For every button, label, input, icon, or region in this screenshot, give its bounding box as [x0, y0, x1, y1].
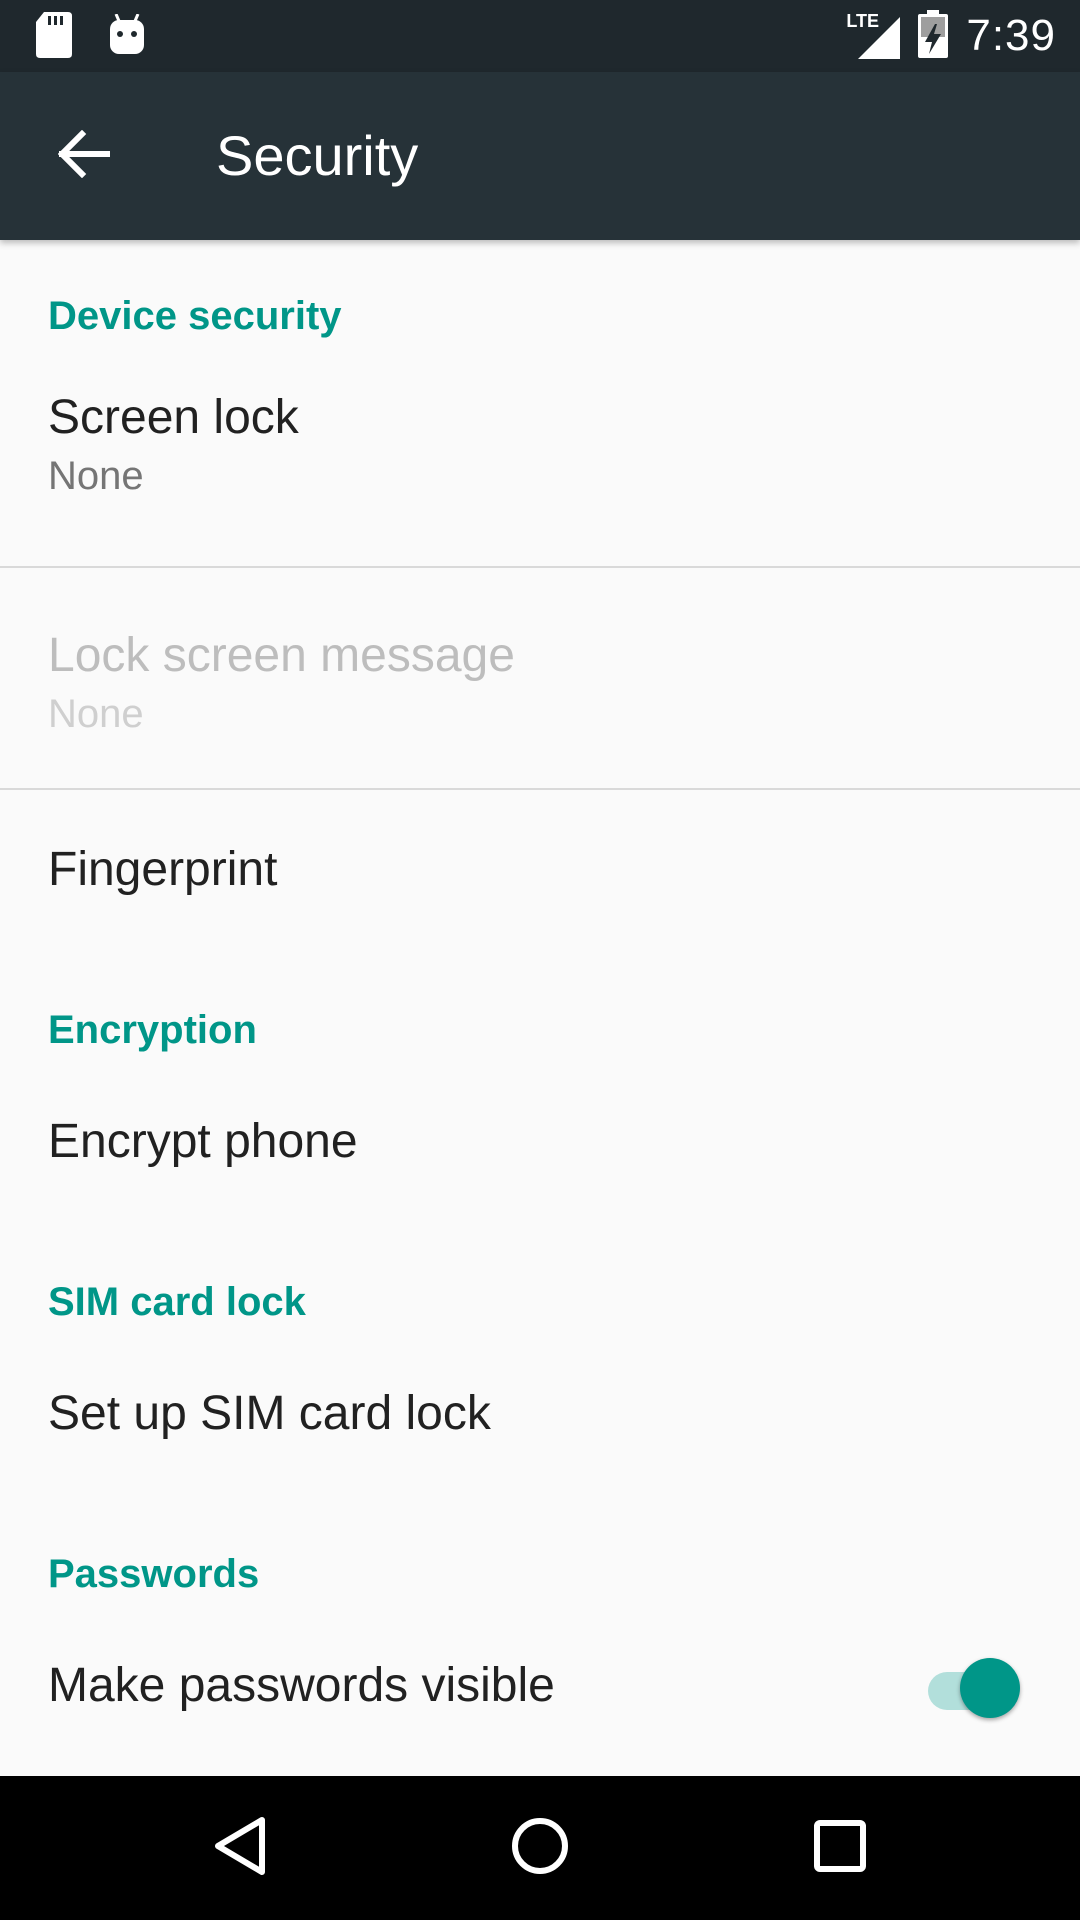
arrow-back-icon [57, 129, 111, 183]
status-time: 7:39 [966, 11, 1056, 60]
section-header-sim-card-lock: SIM card lock [48, 1280, 306, 1324]
sim-card-lock-title: Set up SIM card lock [48, 1387, 491, 1440]
back-button[interactable] [44, 116, 124, 196]
fingerprint-item[interactable]: Fingerprint [0, 842, 1080, 942]
nav-recents-button[interactable] [800, 1808, 880, 1888]
battery-charging-icon [918, 9, 949, 63]
lock-screen-message-title: Lock screen message [48, 629, 515, 682]
status-bar-notifications [36, 12, 146, 63]
page-title: Security [216, 124, 419, 187]
section-header-device-security: Device security [48, 294, 342, 338]
lock-screen-message-summary: None [48, 692, 144, 736]
signal-icon: LTE [846, 11, 901, 59]
android-icon [108, 13, 146, 61]
section-header-passwords: Passwords [48, 1552, 260, 1596]
lock-screen-message-item[interactable]: Lock screen message None [0, 628, 1080, 788]
sd-card-icon [36, 12, 72, 63]
screen-lock-summary: None [48, 454, 144, 498]
home-circle-icon [510, 1816, 570, 1881]
fingerprint-title: Fingerprint [48, 843, 278, 896]
nav-home-button[interactable] [500, 1808, 580, 1888]
back-triangle-icon [212, 1816, 268, 1881]
sim-card-lock-item[interactable]: Set up SIM card lock [0, 1386, 1080, 1486]
nav-back-button[interactable] [200, 1808, 280, 1888]
toggle-thumb [960, 1658, 1020, 1718]
screen-lock-item[interactable]: Screen lock None [0, 390, 1080, 606]
make-passwords-visible-item[interactable]: Make passwords visible [0, 1640, 1080, 1750]
divider [0, 566, 1080, 568]
encrypt-phone-item[interactable]: Encrypt phone [0, 1114, 1080, 1214]
encrypt-phone-title: Encrypt phone [48, 1115, 358, 1168]
app-bar: Security [0, 72, 1080, 240]
passwords-visible-toggle[interactable] [924, 1658, 1020, 1722]
make-passwords-visible-title: Make passwords visible [48, 1659, 555, 1712]
navigation-bar [0, 1776, 1080, 1920]
divider [0, 788, 1080, 790]
recents-square-icon [812, 1818, 868, 1879]
section-header-encryption: Encryption [48, 1008, 257, 1052]
status-bar: LTE 7:39 [0, 0, 1080, 72]
screen-lock-title: Screen lock [48, 391, 299, 444]
status-bar-system: LTE 7:39 [846, 0, 1056, 72]
